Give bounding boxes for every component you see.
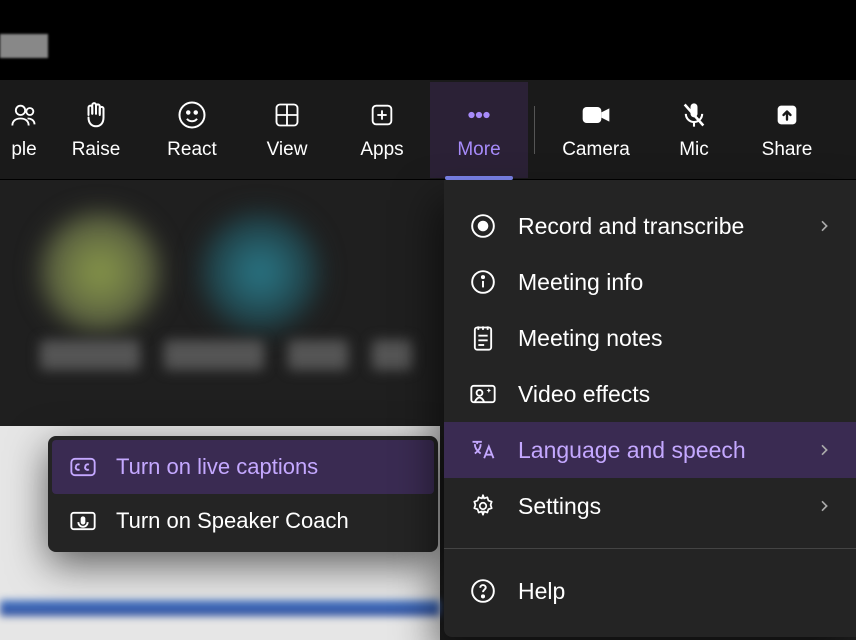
raise-hand-icon bbox=[81, 99, 111, 131]
video-effects-item[interactable]: Video effects bbox=[444, 366, 856, 422]
participant-names bbox=[40, 340, 440, 380]
record-label: Record and transcribe bbox=[518, 213, 744, 240]
speaker-coach-item[interactable]: Turn on Speaker Coach bbox=[52, 494, 434, 548]
raise-hand-button[interactable]: Raise bbox=[48, 82, 144, 178]
notes-icon bbox=[468, 324, 498, 352]
view-button[interactable]: View bbox=[240, 82, 334, 178]
meeting-toolbar: ple Raise React View bbox=[0, 80, 856, 180]
people-icon bbox=[10, 99, 38, 131]
meeting-info-item[interactable]: Meeting info bbox=[444, 254, 856, 310]
video-effects-label: Video effects bbox=[518, 381, 650, 408]
redacted-name bbox=[40, 340, 140, 370]
more-button[interactable]: More bbox=[430, 82, 528, 178]
language-speech-label: Language and speech bbox=[518, 437, 746, 464]
toolbar-divider bbox=[534, 106, 535, 154]
speaker-coach-icon bbox=[68, 509, 98, 533]
live-captions-item[interactable]: Turn on live captions bbox=[52, 440, 434, 494]
title-bar bbox=[0, 0, 856, 80]
help-label: Help bbox=[518, 578, 565, 605]
mic-off-icon bbox=[680, 99, 708, 131]
settings-label: Settings bbox=[518, 493, 601, 520]
share-icon bbox=[773, 99, 801, 131]
view-icon bbox=[273, 99, 301, 131]
mic-button[interactable]: Mic bbox=[651, 82, 737, 178]
redacted-name bbox=[372, 340, 412, 370]
react-label: React bbox=[167, 139, 217, 161]
meeting-info-label: Meeting info bbox=[518, 269, 643, 296]
language-speech-submenu: Turn on live captions Turn on Speaker Co… bbox=[48, 436, 438, 552]
decorative-band bbox=[0, 600, 440, 616]
redacted-name bbox=[164, 340, 264, 370]
apps-button[interactable]: Apps bbox=[334, 82, 430, 178]
record-item[interactable]: Record and transcribe bbox=[444, 198, 856, 254]
camera-label: Camera bbox=[562, 139, 630, 161]
redacted-name bbox=[288, 340, 348, 370]
camera-button[interactable]: Camera bbox=[541, 82, 651, 178]
avatar bbox=[200, 212, 320, 332]
redacted-region bbox=[0, 34, 48, 58]
more-label: More bbox=[457, 139, 500, 161]
view-label: View bbox=[267, 139, 308, 161]
share-button[interactable]: Share bbox=[737, 82, 837, 178]
help-icon bbox=[468, 578, 498, 604]
meeting-notes-item[interactable]: Meeting notes bbox=[444, 310, 856, 366]
raise-label: Raise bbox=[72, 139, 121, 161]
react-button[interactable]: React bbox=[144, 82, 240, 178]
more-menu: Record and transcribe Meeting info Meeti… bbox=[444, 180, 856, 637]
language-speech-item[interactable]: Language and speech bbox=[444, 422, 856, 478]
language-icon bbox=[468, 437, 498, 463]
apps-label: Apps bbox=[360, 139, 403, 161]
chevron-right-icon bbox=[816, 493, 832, 520]
settings-item[interactable]: Settings bbox=[444, 478, 856, 534]
chevron-right-icon bbox=[816, 213, 832, 240]
info-icon bbox=[468, 269, 498, 295]
meeting-notes-label: Meeting notes bbox=[518, 325, 662, 352]
speaker-coach-label: Turn on Speaker Coach bbox=[116, 508, 349, 534]
help-item[interactable]: Help bbox=[444, 563, 856, 619]
live-captions-label: Turn on live captions bbox=[116, 454, 318, 480]
more-icon bbox=[464, 99, 494, 131]
menu-separator bbox=[444, 548, 856, 549]
people-label: ple bbox=[11, 139, 36, 161]
gear-icon bbox=[468, 493, 498, 519]
chevron-right-icon bbox=[816, 437, 832, 464]
apps-icon bbox=[368, 99, 396, 131]
video-effects-icon bbox=[468, 382, 498, 406]
camera-icon bbox=[580, 99, 612, 131]
react-icon bbox=[177, 99, 207, 131]
people-button[interactable]: ple bbox=[0, 82, 48, 178]
captions-icon bbox=[68, 455, 98, 479]
share-label: Share bbox=[762, 139, 813, 161]
avatar bbox=[40, 212, 160, 332]
mic-label: Mic bbox=[679, 139, 709, 161]
record-icon bbox=[468, 213, 498, 239]
